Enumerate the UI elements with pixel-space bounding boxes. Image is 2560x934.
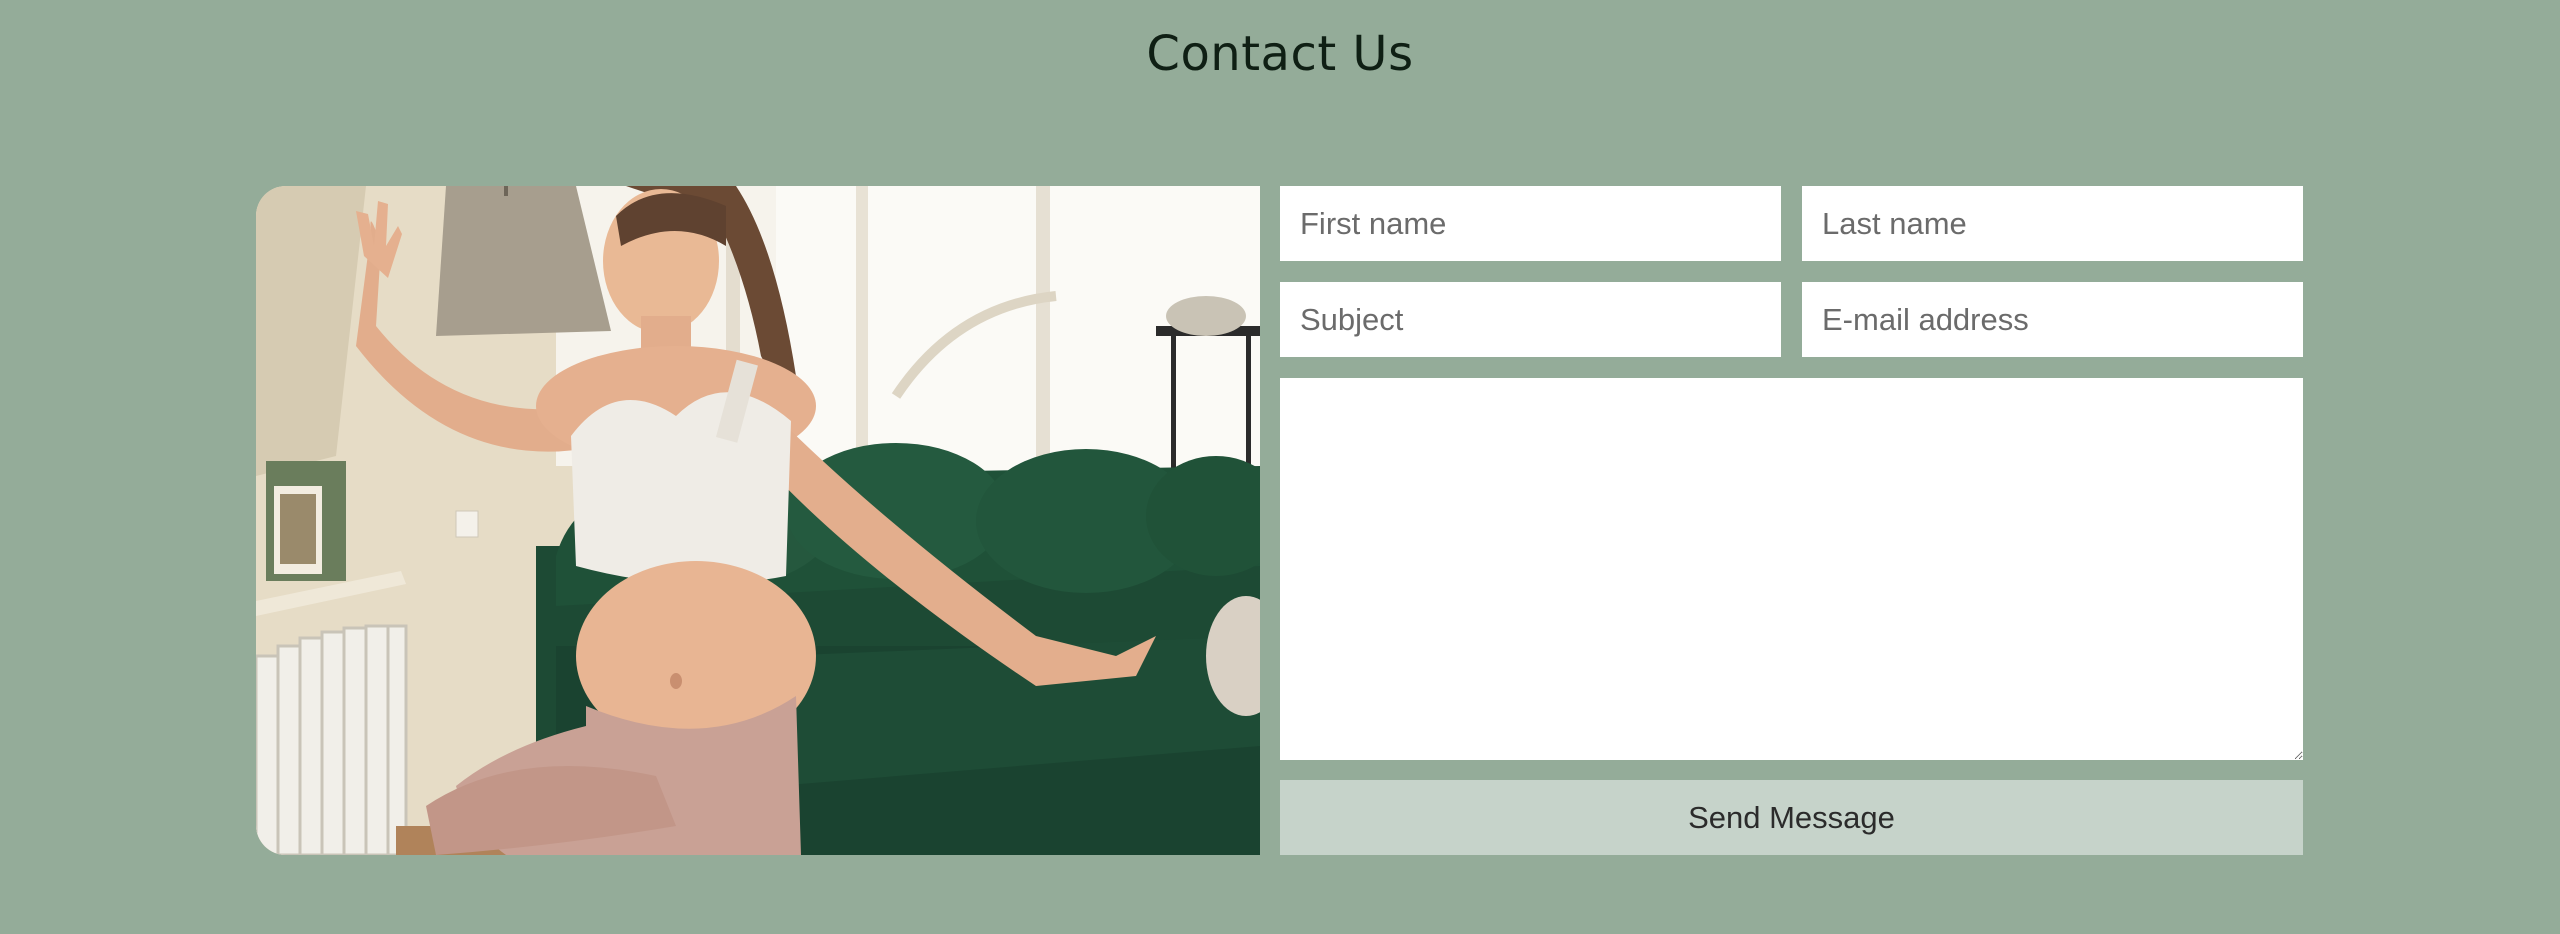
send-message-button[interactable]: Send Message (1280, 780, 2303, 855)
first-name-input[interactable] (1280, 186, 1781, 261)
page-title: Contact Us (1146, 26, 1414, 82)
email-input[interactable] (1802, 282, 2303, 357)
contact-page: Contact Us First name Last name Subject … (0, 0, 2560, 934)
last-name-input[interactable] (1802, 186, 2303, 261)
yoga-photo (256, 186, 1260, 855)
subject-input[interactable] (1280, 282, 1781, 357)
message-textarea[interactable] (1280, 378, 2303, 760)
